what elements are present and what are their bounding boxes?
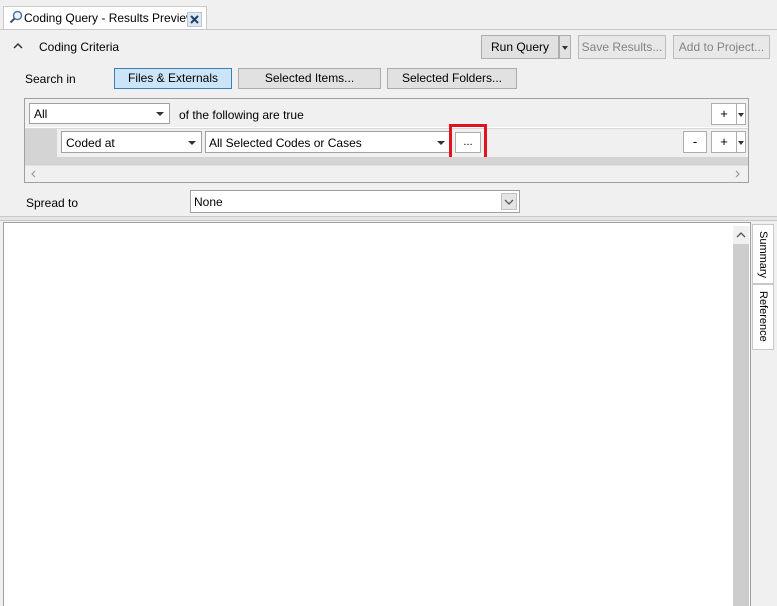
chevron-down-icon: [501, 193, 517, 210]
search-files-externals-button[interactable]: Files & Externals: [114, 68, 232, 89]
search-in-label: Search in: [25, 72, 76, 86]
row-indent: [25, 129, 57, 157]
chevron-left-icon[interactable]: [29, 168, 39, 178]
spread-to-combo[interactable]: None: [190, 190, 520, 213]
condition-value: Coded at: [66, 136, 115, 150]
chevron-down-icon: [156, 112, 164, 116]
add-condition-dropdown[interactable]: [736, 131, 746, 153]
codes-target-combo[interactable]: All Selected Codes or Cases: [205, 131, 451, 153]
run-query-button[interactable]: Run Query: [481, 35, 559, 59]
tab-title: Coding Query - Results Preview: [24, 11, 195, 25]
chevron-up-icon[interactable]: [735, 229, 747, 241]
reference-tab-label: Reference: [757, 291, 769, 342]
match-all-combo[interactable]: All: [29, 103, 170, 124]
horizontal-scrollbar[interactable]: [25, 165, 748, 182]
chevron-down-icon: [738, 113, 744, 117]
close-icon[interactable]: [187, 12, 202, 27]
match-all-suffix: of the following are true: [179, 108, 304, 122]
search-selected-folders-button[interactable]: Selected Folders...: [387, 68, 517, 89]
results-preview-pane: [3, 222, 751, 606]
add-criteria-button[interactable]: +: [711, 103, 737, 125]
chevron-down-icon: [437, 141, 445, 145]
criteria-blank-row: [25, 157, 748, 165]
chevron-right-icon[interactable]: [732, 168, 742, 178]
run-query-dropdown-button[interactable]: [559, 35, 571, 59]
tab-summary[interactable]: Summary: [752, 224, 774, 284]
summary-tab-label: Summary: [757, 231, 769, 279]
scrollbar-thumb[interactable]: [733, 244, 749, 606]
tab-reference[interactable]: Reference: [752, 284, 774, 350]
criteria-section-title: Coding Criteria: [39, 40, 120, 54]
tab-coding-query-results-preview[interactable]: Coding Query - Results Preview: [3, 6, 207, 30]
chevron-down-icon: [562, 46, 568, 50]
condition-combo[interactable]: Coded at: [61, 131, 202, 153]
add-criteria-dropdown[interactable]: [736, 103, 746, 125]
spread-to-label: Spread to: [26, 196, 79, 210]
add-condition-button[interactable]: +: [711, 131, 737, 153]
panel-border: [0, 29, 777, 30]
spread-to-value: None: [194, 195, 223, 209]
chevron-down-icon: [188, 141, 196, 145]
codes-target-value: All Selected Codes or Cases: [209, 136, 362, 150]
save-results-button[interactable]: Save Results...: [578, 35, 666, 59]
browse-codes-button[interactable]: ...: [455, 132, 481, 153]
add-to-project-button[interactable]: Add to Project...: [673, 35, 770, 59]
remove-condition-button[interactable]: -: [683, 131, 707, 153]
search-selected-items-button[interactable]: Selected Items...: [238, 68, 381, 89]
splitter[interactable]: [0, 216, 777, 221]
match-all-value: All: [34, 107, 48, 121]
chevron-up-icon[interactable]: [12, 40, 24, 52]
chevron-down-icon: [738, 141, 744, 145]
magnifier-icon: [9, 10, 23, 24]
